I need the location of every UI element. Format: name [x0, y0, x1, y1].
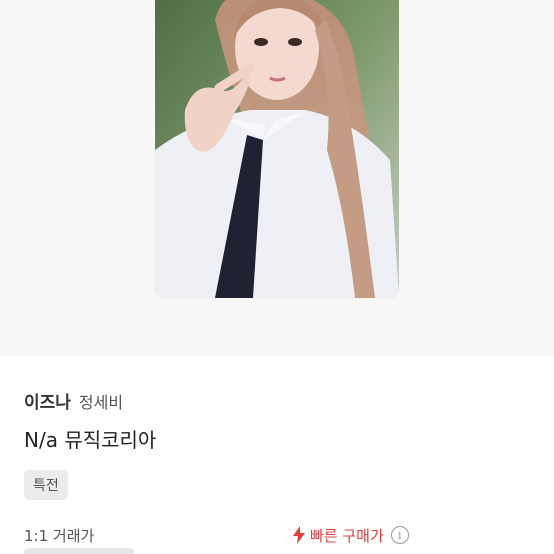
price-value-partial — [24, 548, 134, 554]
photocard-illustration — [155, 0, 399, 298]
product-info: 이즈나 정세비 N/a 뮤직코리아 — [24, 388, 534, 453]
lightning-icon — [293, 526, 305, 544]
info-icon[interactable]: i — [390, 526, 409, 544]
product-image-area — [0, 0, 554, 356]
photocard-image[interactable] — [155, 0, 399, 298]
product-title: N/a 뮤직코리아 — [24, 428, 157, 452]
benefit-tag: 특전 — [24, 470, 68, 500]
member-name: 정세비 — [78, 393, 124, 412]
trade-type-label: 1:1 거래가 — [24, 527, 95, 545]
artist-name[interactable]: 이즈나 — [24, 388, 71, 413]
quick-buy-price[interactable]: 빠른 구매가 i — [293, 522, 409, 548]
quick-buy-label: 빠른 구매가 — [310, 526, 384, 545]
artist-row: 이즈나 정세비 — [24, 388, 534, 414]
